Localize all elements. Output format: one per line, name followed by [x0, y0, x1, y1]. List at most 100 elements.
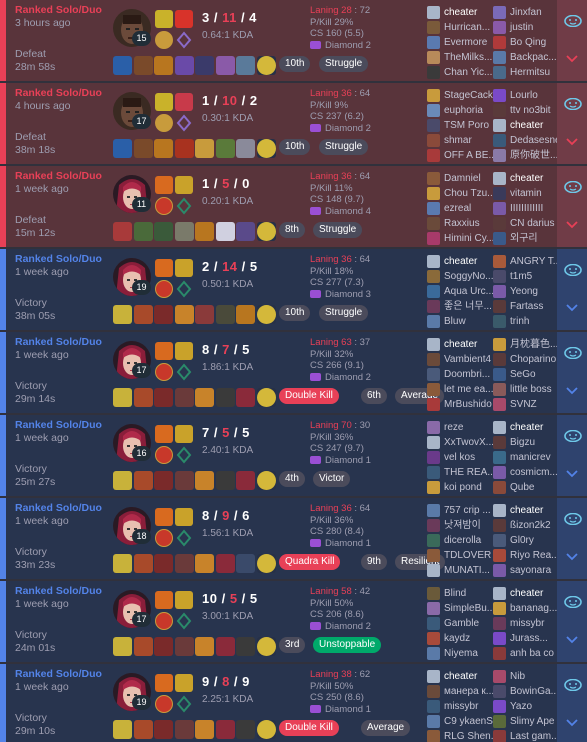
item-slot[interactable]	[154, 471, 173, 490]
player-row[interactable]: SoggyNo...	[427, 269, 493, 284]
player-name[interactable]: RLG Shen...	[444, 731, 493, 742]
player-row[interactable]: TheMilks...	[427, 50, 493, 65]
player-name[interactable]: cheater	[510, 173, 543, 184]
item-slot[interactable]	[154, 637, 173, 656]
player-name[interactable]: koi pond	[444, 482, 482, 493]
item-slot[interactable]	[133, 720, 153, 739]
chevron-down-icon[interactable]	[566, 133, 578, 146]
primary-rune-icon[interactable]	[155, 363, 173, 381]
item-slot[interactable]	[195, 388, 214, 407]
player-name[interactable]: TSM Poro	[444, 120, 489, 131]
player-name[interactable]: Hurrican...	[444, 22, 490, 33]
summoner-spell-1[interactable]	[155, 93, 173, 111]
summoner-spell-2[interactable]	[175, 425, 193, 443]
item-slot[interactable]	[236, 56, 255, 75]
player-name[interactable]: TheMilks...	[444, 52, 492, 63]
item-slot[interactable]	[113, 305, 132, 324]
player-name[interactable]: MUNATI...	[444, 565, 490, 576]
primary-rune-icon[interactable]	[155, 695, 173, 713]
item-slot[interactable]	[215, 554, 235, 573]
player-row[interactable]: Fartass	[493, 299, 559, 314]
expand-panel[interactable]	[557, 332, 587, 413]
player-row[interactable]: IIIIIIIIIIII	[493, 201, 559, 216]
player-row[interactable]: THE REA...	[427, 465, 493, 480]
player-row[interactable]: t1m5	[493, 269, 559, 284]
player-row[interactable]: Blind	[427, 586, 493, 601]
player-name[interactable]: cheater	[510, 120, 543, 131]
item-slot[interactable]	[113, 471, 132, 490]
player-row[interactable]: trinh	[493, 314, 559, 329]
item-slot[interactable]	[236, 139, 255, 158]
player-row[interactable]: Vambient4	[427, 352, 493, 367]
summoner-spell-1[interactable]	[155, 259, 173, 277]
player-row[interactable]: Lourlo	[493, 88, 559, 103]
item-slot[interactable]	[215, 720, 235, 739]
primary-rune-icon[interactable]	[155, 446, 173, 464]
player-name[interactable]: cheater	[444, 671, 477, 682]
player-name[interactable]: Dedasesne	[510, 135, 559, 146]
item-slot[interactable]	[215, 637, 235, 656]
item-slot[interactable]	[133, 637, 153, 656]
item-slot[interactable]	[133, 471, 153, 490]
item-slot[interactable]	[154, 305, 173, 324]
player-name[interactable]: Choparino	[510, 354, 556, 365]
item-slot[interactable]	[154, 554, 173, 573]
smile-icon[interactable]	[564, 512, 582, 526]
player-name[interactable]: ezreal	[444, 203, 471, 214]
player-name[interactable]: 좋은 너무...	[444, 301, 492, 312]
match-card[interactable]: Ranked Solo/Duo 1 week ago Victory 33m 23s 1…	[0, 498, 587, 579]
player-name[interactable]: bananag...	[510, 603, 557, 614]
summoner-spell-2[interactable]	[175, 259, 193, 277]
player-row[interactable]: Yazo	[493, 699, 559, 714]
player-name[interactable]: TDLOVER	[444, 550, 491, 561]
player-row[interactable]: missybr	[427, 699, 493, 714]
item-slot[interactable]	[154, 222, 173, 241]
ward-icon[interactable]	[256, 554, 276, 573]
item-slot[interactable]	[133, 305, 153, 324]
player-row[interactable]: Damniel	[427, 171, 493, 186]
player-row[interactable]: BowinGa...	[493, 684, 559, 699]
summoner-spell-2[interactable]	[175, 176, 193, 194]
player-name[interactable]: Hermitsu	[510, 67, 550, 78]
expand-panel[interactable]	[557, 415, 587, 496]
player-row[interactable]: dicerolla	[427, 533, 493, 548]
chevron-down-icon[interactable]	[566, 50, 578, 63]
item-slot[interactable]	[174, 471, 194, 490]
player-name[interactable]: Lourlo	[510, 90, 538, 101]
item-slot[interactable]	[215, 471, 235, 490]
player-row[interactable]: missybr	[493, 616, 559, 631]
player-name[interactable]: shmar	[444, 135, 472, 146]
item-slot[interactable]	[133, 554, 153, 573]
item-slot[interactable]	[236, 388, 255, 407]
summoner-spell-1[interactable]	[155, 425, 173, 443]
chevron-down-icon[interactable]	[566, 465, 578, 478]
item-slot[interactable]	[174, 56, 194, 75]
player-row[interactable]: 좋은 너무...	[427, 299, 493, 314]
secondary-rune-icon[interactable]	[175, 114, 193, 132]
player-name[interactable]: SoggyNo...	[444, 271, 493, 282]
player-name[interactable]: манера к...	[444, 686, 493, 697]
item-slot[interactable]	[174, 222, 194, 241]
player-name[interactable]: Raxxius	[444, 218, 480, 229]
player-row[interactable]: Hermitsu	[493, 65, 559, 80]
player-row[interactable]: 月枕暮色...	[493, 337, 559, 352]
player-name[interactable]: Vambient4	[444, 354, 491, 365]
item-slot[interactable]	[174, 720, 194, 739]
player-row[interactable]: Jinxfan	[493, 5, 559, 20]
player-row[interactable]: euphoria	[427, 103, 493, 118]
player-row[interactable]: StageCack	[427, 88, 493, 103]
player-row[interactable]: Slimy Ape	[493, 714, 559, 729]
player-row[interactable]: cheater	[493, 118, 559, 133]
player-name[interactable]: SimpleBu...	[444, 603, 493, 614]
summoner-spell-2[interactable]	[175, 342, 193, 360]
player-row[interactable]: Jurass...	[493, 631, 559, 646]
player-row[interactable]: ßizon2k2	[493, 518, 559, 533]
player-row[interactable]: Choparino	[493, 352, 559, 367]
expand-panel[interactable]	[557, 166, 587, 247]
player-name[interactable]: cheater	[510, 588, 543, 599]
primary-rune-icon[interactable]	[155, 529, 173, 547]
match-card[interactable]: Ranked Solo/Duo 4 hours ago Defeat 38m 18s 1…	[0, 83, 587, 164]
player-row[interactable]: ttv no3bit	[493, 103, 559, 118]
player-name[interactable]: Fartass	[510, 301, 543, 312]
player-row[interactable]: cheater	[493, 503, 559, 518]
